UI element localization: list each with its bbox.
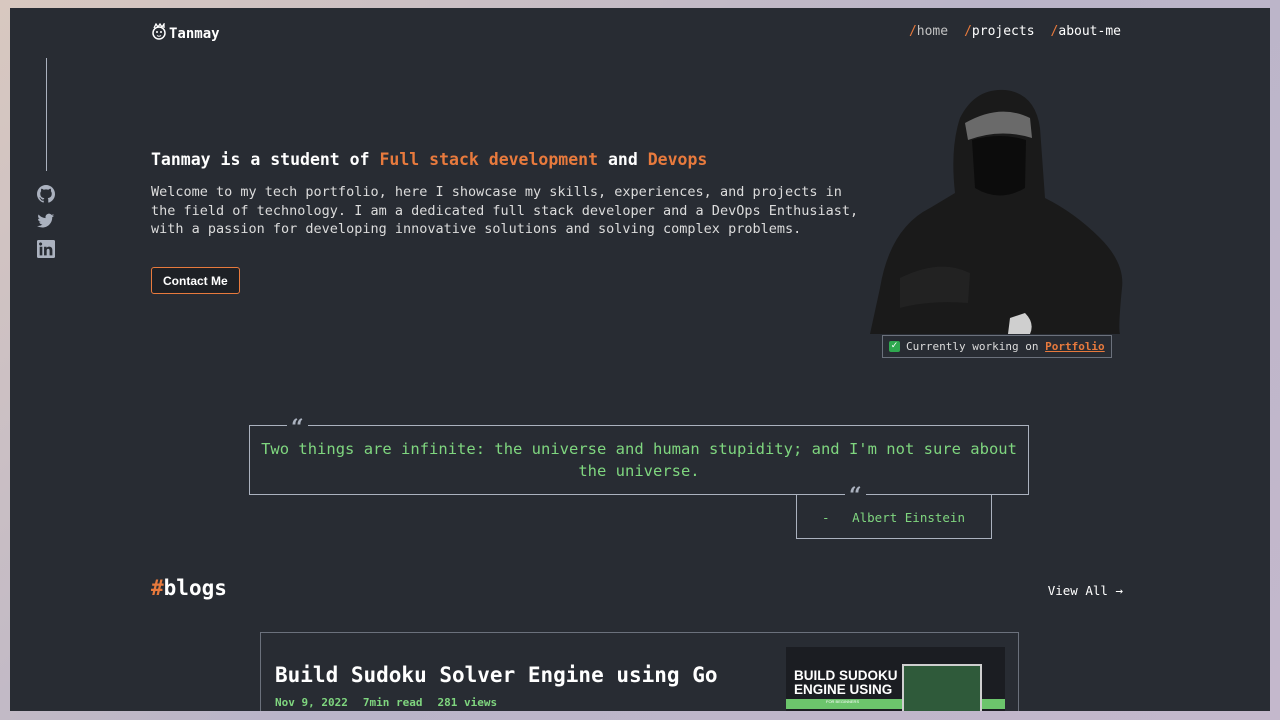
quote-mark-icon: “ — [845, 485, 866, 507]
blog-views: 281 views — [437, 696, 498, 709]
social-divider — [46, 58, 47, 171]
nav-projects[interactable]: /projects — [964, 24, 1034, 39]
quote-mark-icon: “ — [287, 417, 308, 439]
hero-title-text: Tanmay is a student of — [151, 150, 380, 169]
logo-icon — [152, 23, 166, 40]
nav-home[interactable]: /home — [909, 24, 948, 39]
blog-date: Nov 9, 2022 — [275, 696, 348, 709]
browser-window: Tanmay /home /projects /about-me Tanmay … — [10, 8, 1270, 711]
github-icon — [37, 185, 55, 203]
blog-meta: Nov 9, 2022 7min read 281 views — [275, 696, 497, 709]
hero-title: Tanmay is a student of Full stack develo… — [151, 150, 707, 169]
portfolio-link[interactable]: Portfolio — [1045, 340, 1105, 353]
thumbnail-text: BUILD SUDOKU ENGINE USING — [794, 669, 898, 697]
check-icon: ✓ — [889, 341, 900, 352]
nav-label: home — [916, 24, 949, 39]
main-nav: /home /projects /about-me — [909, 24, 1121, 39]
nav-about-me[interactable]: /about-me — [1051, 24, 1121, 39]
thumbnail-subtext: FOR BEGINNERS — [826, 699, 860, 704]
quote-author: - Albert Einstein — [822, 510, 965, 525]
hero-title-accent: Full stack development — [379, 150, 599, 169]
hero-title-accent: Devops — [647, 150, 708, 169]
linkedin-icon — [37, 240, 55, 258]
nav-slash: / — [964, 24, 972, 39]
blog-card[interactable]: Build Sudoku Solver Engine using Go Nov … — [260, 632, 1019, 711]
blog-thumbnail: BUILD SUDOKU ENGINE USING FOR BEGINNERS — [786, 647, 1005, 711]
twitter-icon — [37, 213, 55, 228]
quote-box: “ Two things are infinite: the universe … — [249, 417, 1029, 495]
blogs-heading: #blogs — [151, 576, 227, 600]
logo[interactable]: Tanmay — [151, 22, 220, 42]
view-all-link[interactable]: View All → — [1048, 583, 1123, 598]
blog-read-time: 7min read — [362, 696, 423, 709]
status-badge: ✓ Currently working on Portfolio — [882, 335, 1112, 358]
contact-me-button[interactable]: Contact Me — [151, 267, 240, 294]
hero-title-text: and — [598, 150, 648, 169]
twitter-link[interactable] — [37, 212, 55, 230]
sudoku-grid-image — [902, 664, 982, 711]
linkedin-link[interactable] — [37, 240, 55, 258]
thumbnail-line: ENGINE USING — [794, 682, 893, 697]
nav-label: about-me — [1058, 24, 1121, 39]
github-link[interactable] — [37, 185, 55, 203]
thumbnail-line: BUILD SUDOKU — [794, 668, 898, 683]
blog-title: Build Sudoku Solver Engine using Go — [275, 663, 718, 687]
heading-text: blogs — [163, 576, 227, 600]
profile-photo — [870, 89, 1123, 334]
nav-label: projects — [971, 24, 1035, 39]
hero-description: Welcome to my tech portfolio, here I sho… — [151, 184, 859, 238]
logo-text: Tanmay — [169, 26, 220, 42]
status-text: Currently working on — [906, 340, 1046, 353]
quote-author-box: “ - Albert Einstein — [796, 485, 992, 539]
quote-text: Two things are infinite: the universe an… — [261, 440, 1017, 480]
heading-hash: # — [151, 576, 164, 600]
nav-slash: / — [908, 24, 917, 39]
